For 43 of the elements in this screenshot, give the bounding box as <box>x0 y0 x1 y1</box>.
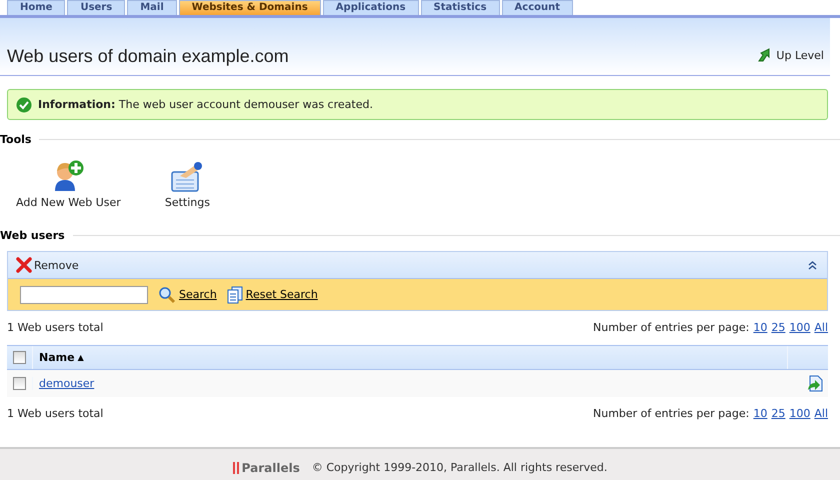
documents-icon <box>226 286 243 304</box>
tool-button[interactable]: Add New Web User <box>16 160 121 216</box>
up-level-link[interactable]: Up Level <box>757 47 824 63</box>
search-field[interactable] <box>20 286 148 304</box>
per-page-link[interactable]: 25 <box>771 321 786 334</box>
per-page-link[interactable]: 10 <box>753 407 768 420</box>
per-page-link[interactable]: All <box>814 321 828 334</box>
column-header[interactable]: Name <box>39 351 75 364</box>
per-page-label: Number of entries per page: <box>593 321 750 334</box>
nav-tab[interactable]: Statistics <box>420 0 500 15</box>
page-title: Web users of domain example.com <box>7 46 289 67</box>
check-icon <box>16 96 32 112</box>
section-heading: Web users <box>0 228 65 242</box>
parallels-logo: Parallels <box>232 461 300 475</box>
remove-button[interactable]: Remove <box>16 257 79 273</box>
row-checkbox[interactable] <box>13 377 26 390</box>
copyright-text: © Copyright 1999-2010, Parallels. All rights reserved. <box>312 461 608 474</box>
sort-arrow-icon[interactable]: ▲ <box>78 353 84 362</box>
select-all-checkbox[interactable] <box>13 351 26 364</box>
nav-tab[interactable]: Account <box>502 0 574 15</box>
reset-search-link[interactable]: Reset Search <box>226 286 318 304</box>
nav-tab[interactable]: Home <box>7 0 66 15</box>
search-link[interactable]: Search <box>158 286 217 304</box>
nav-tab[interactable]: Users <box>67 0 126 15</box>
per-page-link[interactable]: 10 <box>753 321 768 334</box>
collapse-icon[interactable] <box>808 260 817 270</box>
section-heading: Tools <box>0 132 32 146</box>
remove-icon <box>16 257 32 273</box>
nav-tab[interactable]: Applications <box>322 0 419 15</box>
search-icon <box>158 286 176 304</box>
nav-tab[interactable]: Websites & Domains <box>178 0 321 15</box>
total-count: 1 Web users total <box>7 407 104 420</box>
document-arrow-icon[interactable] <box>807 375 823 392</box>
per-page-link[interactable]: All <box>814 407 828 420</box>
per-page-link[interactable]: 100 <box>789 407 810 420</box>
info-message: Information: The web user account demouser was created. <box>38 98 373 111</box>
hand-form-icon <box>170 160 204 192</box>
total-count: 1 Web users total <box>7 321 104 334</box>
per-page-label: Number of entries per page: <box>593 407 750 420</box>
tool-button[interactable]: Settings <box>164 160 210 216</box>
per-page-link[interactable]: 100 <box>789 321 810 334</box>
nav-tab[interactable]: Mail <box>127 0 177 15</box>
per-page-link[interactable]: 25 <box>771 407 786 420</box>
